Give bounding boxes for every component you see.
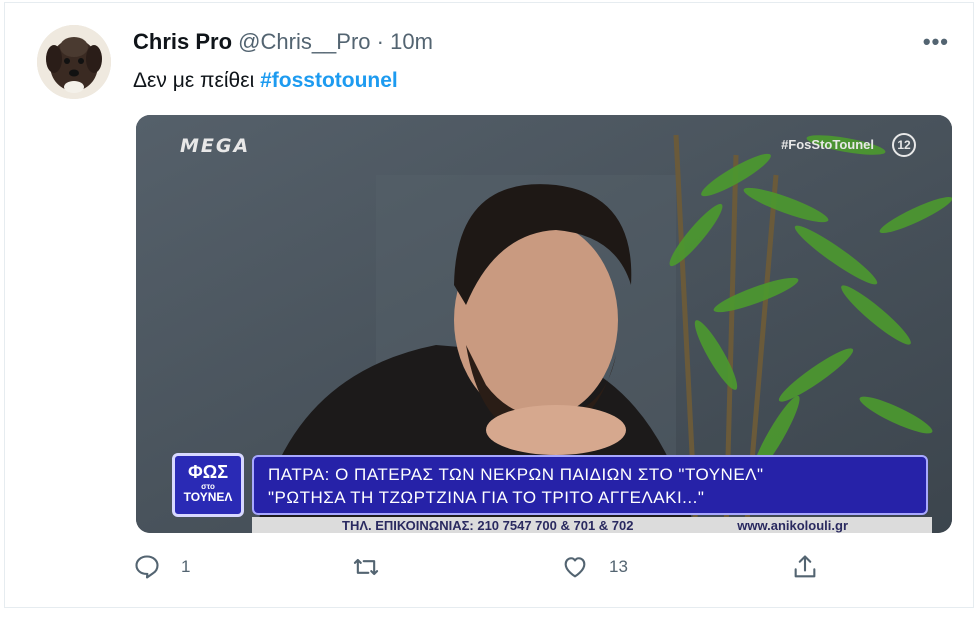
- ticker-website: www.anikolouli.gr: [737, 518, 848, 533]
- show-logo-line3: ΤΟΥΝΕΛ: [183, 490, 233, 504]
- timestamp[interactable]: 10m: [390, 29, 433, 54]
- caption-line-2: "ΡΩΤΗΣΑ ΤΗ ΤΖΩΡΤΖΙΝΑ ΓΙΑ ΤΟ ΤΡΙΤΟ ΑΓΓΕΛΑ…: [268, 488, 705, 507]
- caption-line-1: ΠΑΤΡΑ: Ο ΠΑΤΕΡΑΣ ΤΩΝ ΝΕΚΡΩΝ ΠΑΙΔΙΩΝ ΣΤΟ …: [268, 465, 764, 484]
- tweet-media-image[interactable]: MEGA #FosStoTounel 12 ΦΩΣ στο ΤΟΥΝΕΛ ΠΑΤ…: [136, 115, 952, 533]
- like-count: 13: [609, 557, 628, 576]
- retweet-icon: [353, 558, 379, 576]
- show-logo: ΦΩΣ στο ΤΟΥΝΕΛ: [172, 453, 244, 517]
- show-hashtag: #FosStoTounel: [781, 137, 874, 152]
- tweet-card[interactable]: Chris Pro @Chris__Pro · 10m ••• Δεν με π…: [4, 2, 974, 608]
- retweet-button[interactable]: [352, 553, 400, 581]
- tweet-body: Δεν με πείθει: [133, 69, 255, 92]
- like-button[interactable]: 13: [561, 553, 628, 581]
- display-name[interactable]: Chris Pro: [133, 29, 232, 54]
- tweet-header: Chris Pro @Chris__Pro · 10m: [133, 29, 433, 55]
- reply-icon: [135, 555, 159, 579]
- channel-logo: MEGA: [180, 135, 251, 157]
- share-icon: [794, 555, 816, 578]
- tweet-text: Δεν με πείθει #fosstotounel: [133, 69, 398, 93]
- tweet-actions: 1 13: [5, 553, 973, 593]
- user-handle[interactable]: @Chris__Pro: [238, 29, 370, 54]
- reply-button[interactable]: 1: [133, 553, 190, 581]
- hashtag-link[interactable]: #fosstotounel: [260, 69, 398, 92]
- like-icon: [564, 557, 586, 578]
- ticker-bar: ΤΗΛ. ΕΠΙΚΟΙΝΩΝΙΑΣ: 210 7547 700 & 701 & …: [252, 517, 932, 533]
- reply-count: 1: [181, 557, 191, 576]
- caption-banner: ΠΑΤΡΑ: Ο ΠΑΤΕΡΑΣ ΤΩΝ ΝΕΚΡΩΝ ΠΑΙΔΙΩΝ ΣΤΟ …: [252, 455, 928, 515]
- separator-dot: ·: [376, 29, 384, 54]
- age-rating-badge: 12: [892, 133, 916, 157]
- share-button[interactable]: [791, 553, 839, 581]
- avatar[interactable]: [37, 25, 111, 99]
- show-logo-line1: ΦΩΣ: [187, 462, 228, 482]
- ticker-phone: ΤΗΛ. ΕΠΙΚΟΙΝΩΝΙΑΣ: 210 7547 700 & 701 & …: [342, 518, 634, 533]
- more-options-icon[interactable]: •••: [923, 29, 949, 55]
